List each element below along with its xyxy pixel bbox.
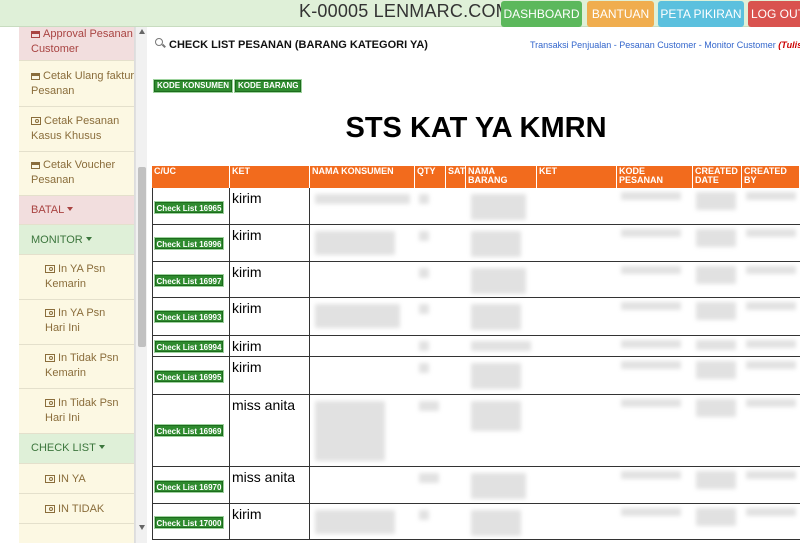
col-header: KODE PESANAN xyxy=(617,166,693,188)
sidebar-item-in-tidak-hari-ini[interactable]: In Tidak Psn Hari Ini xyxy=(19,389,134,434)
sidebar-item-cetak-ulang[interactable]: Cetak Ulang faktur Pesanan xyxy=(19,61,134,107)
col-header: QTY xyxy=(415,166,446,188)
sidebar-item-in-tidak[interactable]: IN TIDAK xyxy=(19,494,134,524)
kode-barang-button[interactable]: KODE BARANG xyxy=(233,79,303,93)
redacted-cells xyxy=(311,395,800,466)
ket-cell: kirim xyxy=(230,336,310,356)
print-icon xyxy=(31,73,40,80)
sidebar-item-check-list[interactable]: CHECK LIST xyxy=(19,434,134,464)
sidebar-scrollbar[interactable] xyxy=(135,27,147,543)
report-heading: STS KAT YA KMRN xyxy=(345,112,607,144)
money-icon xyxy=(31,117,41,125)
checklist-button[interactable]: Check List 16997 xyxy=(154,274,224,287)
sidebar-item-in-ya-hari-ini[interactable]: In YA Psn Hari Ini xyxy=(19,300,134,345)
redacted-cells xyxy=(311,336,800,356)
ket-cell: kirim xyxy=(230,504,310,539)
print-icon xyxy=(31,162,40,169)
logout-button[interactable]: LOG OUT xyxy=(748,1,800,27)
tulis-pesan-link[interactable]: (Tulis Pesan) xyxy=(778,40,800,50)
sidebar-item-in-ya[interactable]: IN YA xyxy=(19,464,134,494)
sidebar-item-cetak-voucher[interactable]: Cetak Voucher Pesanan xyxy=(19,152,134,196)
kode-konsumen-button[interactable]: KODE KONSUMEN xyxy=(152,79,234,93)
checklist-button[interactable]: Check List 17000 xyxy=(154,516,224,529)
sidebar-item-in-tidak-kemarin[interactable]: In Tidak Psn Kemarin xyxy=(19,345,134,389)
table-row: Check List 16996 kirim xyxy=(152,225,800,262)
ket-cell: miss anita xyxy=(230,395,310,466)
money-icon xyxy=(45,265,55,273)
sidebar: Approval Pesanan Customer Cetak Ulang fa… xyxy=(19,27,135,543)
col-header: C/UC xyxy=(152,166,230,188)
redacted-cells xyxy=(311,298,800,335)
col-header: KET xyxy=(537,166,617,188)
checklist-button[interactable]: Check List 16994 xyxy=(154,340,224,353)
money-icon xyxy=(45,309,55,317)
money-icon xyxy=(45,475,55,483)
money-icon xyxy=(45,354,55,362)
print-icon xyxy=(31,31,40,38)
redacted-cells xyxy=(311,504,800,539)
sidebar-item-approval[interactable]: Approval Pesanan Customer xyxy=(19,27,134,61)
col-header: CREATED BY xyxy=(742,166,800,188)
table-row: Check List 16997 kirim xyxy=(152,262,800,298)
table-row: Check List 16965 kirim xyxy=(152,188,800,225)
redacted-cells xyxy=(311,262,800,297)
scroll-up-icon[interactable] xyxy=(139,29,145,34)
redacted-cells xyxy=(311,467,800,503)
col-header: NAMA BARANG xyxy=(466,166,537,188)
table-row: Check List 16994 kirim xyxy=(152,336,800,357)
checklist-button[interactable]: Check List 16995 xyxy=(154,370,224,383)
col-header: SAT xyxy=(446,166,466,188)
scroll-down-icon[interactable] xyxy=(139,525,145,530)
dashboard-button[interactable]: DASHBOARD xyxy=(501,1,582,27)
checklist-button[interactable]: Check List 16993 xyxy=(154,310,224,323)
table-row: Check List 16969 miss anita xyxy=(152,395,800,467)
ket-cell: miss anita xyxy=(230,467,310,503)
top-bar: K-00005 LENMARC.COM DASHBOARD BANTUAN PE… xyxy=(0,0,800,27)
breadcrumb[interactable]: Transaksi Penjualan - Pesanan Customer -… xyxy=(530,40,800,50)
table-row: Check List 17000 kirim xyxy=(152,504,800,540)
money-icon xyxy=(45,399,55,407)
sidebar-item-batal[interactable]: BATAL xyxy=(19,196,134,225)
ket-cell: kirim xyxy=(230,357,310,394)
caret-down-icon xyxy=(98,445,105,449)
table-row: Check List 16995 kirim xyxy=(152,357,800,395)
search-icon xyxy=(155,38,163,46)
checklist-button[interactable]: Check List 16969 xyxy=(154,424,224,437)
redacted-cells xyxy=(311,188,800,224)
ket-cell: kirim xyxy=(230,225,310,261)
sidebar-item-in-ya-kemarin[interactable]: In YA Psn Kemarin xyxy=(19,255,134,300)
sidebar-item-cetak-kasus[interactable]: Cetak Pesanan Kasus Khusus xyxy=(19,107,134,152)
col-header: KET xyxy=(230,166,310,188)
ket-cell: kirim xyxy=(230,188,310,224)
checklist-button[interactable]: Check List 16965 xyxy=(154,201,224,214)
caret-down-icon xyxy=(67,207,74,211)
ket-cell: kirim xyxy=(230,298,310,335)
checklist-button[interactable]: Check List 16970 xyxy=(154,480,224,493)
scroll-thumb[interactable] xyxy=(138,167,146,347)
peta-pikiran-button[interactable]: PETA PIKIRAN xyxy=(658,1,744,27)
caret-down-icon xyxy=(85,237,92,241)
money-icon xyxy=(45,505,55,513)
checklist-button[interactable]: Check List 16996 xyxy=(154,237,224,250)
redacted-cells xyxy=(311,357,800,394)
brand-title: K-00005 LENMARC.COM xyxy=(299,1,511,21)
sidebar-item-more[interactable] xyxy=(19,524,134,543)
col-header: CREATED DATE xyxy=(693,166,742,188)
col-header: NAMA KONSUMEN xyxy=(310,166,415,188)
redacted-cells xyxy=(311,225,800,261)
sidebar-item-monitor[interactable]: MONITOR xyxy=(19,225,134,255)
table-row: Check List 16970 miss anita xyxy=(152,467,800,504)
bantuan-button[interactable]: BANTUAN xyxy=(587,1,654,27)
page-title: CHECK LIST PESANAN (BARANG KATEGORI YA) xyxy=(169,39,428,51)
table-row: Check List 16993 kirim xyxy=(152,298,800,336)
ket-cell: kirim xyxy=(230,262,310,297)
